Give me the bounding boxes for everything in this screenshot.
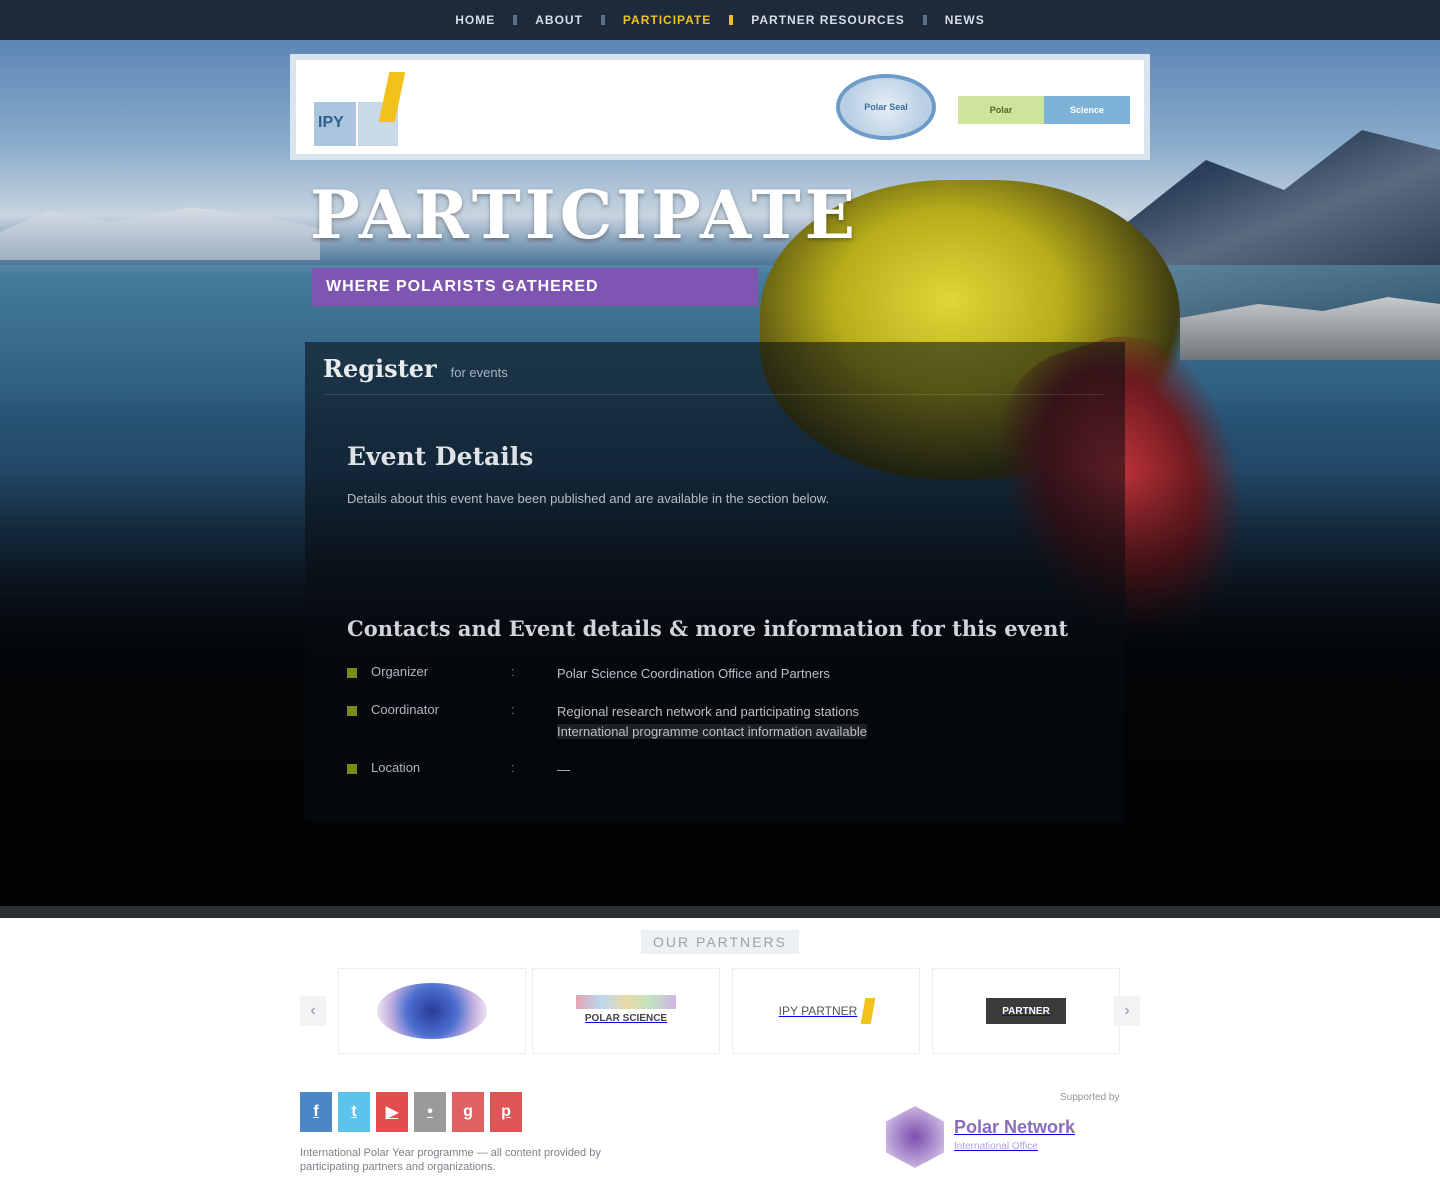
flickr-icon[interactable]: • [414,1092,446,1132]
contact-separator: : [511,664,515,679]
nav-item-about: About [517,13,605,27]
top-navigation: Home About Participate Partner Resources… [0,0,1440,40]
contact-value-text: Polar Science Coordination Office and Pa… [557,666,830,681]
logo-flag-icon [378,72,406,122]
contact-row: Organizer : Polar Science Coordination O… [347,664,1087,684]
facebook-icon[interactable]: f [300,1092,332,1132]
contact-separator: : [511,702,515,717]
register-subtitle: for events [450,365,508,380]
content-panel: Register for events Event Details Detail… [305,342,1125,822]
footer-text: International Polar Year programme — all… [300,1147,601,1173]
carousel-next-button[interactable]: › [1114,996,1140,1026]
pinterest-icon[interactable]: p [490,1092,522,1132]
partner-logo-1[interactable] [338,968,526,1054]
brand-subtitle: International Office [954,1141,1038,1152]
footer-supported-label: Supported by [1060,1092,1120,1103]
nav-item-news: News [927,13,1003,27]
partners-section: Our Partners ‹ POLAR SCIENCE IPY PARTNER… [0,918,1440,1070]
register-header: Register for events [323,354,508,383]
flag-icon [861,998,876,1024]
contact-row: Location : — [347,760,1087,780]
bullet-icon [347,706,357,716]
social-links: f t ▶ • g p [300,1092,522,1132]
section-text: Details about this event have been publi… [347,491,830,506]
partner-mark: IPY PARTNER [778,998,876,1024]
footer-brand-logo[interactable]: Polar Network International Office [886,1106,1075,1168]
carousel-prev-button[interactable]: ‹ [300,996,326,1026]
nav-item-home: Home [437,13,518,27]
bullet-icon [347,668,357,678]
divider-strip [0,906,1440,918]
google-plus-icon[interactable]: g [452,1092,484,1132]
hero-distant-mountains [0,207,320,260]
partner-mark: POLAR SCIENCE [556,995,696,1027]
logo-text: IPY [318,114,344,131]
partner-badge-logo[interactable]: Polar Science [958,96,1130,124]
footer: f t ▶ • g p International Polar Year pro… [0,1076,1440,1200]
partner-logo-4[interactable]: PARTNER [932,968,1120,1054]
brand-emblem-icon [886,1106,944,1168]
badge-right: Science [1044,96,1130,124]
nav-link-home[interactable]: Home [437,13,513,27]
site-logo[interactable]: IPY [314,72,414,150]
nav-link-about[interactable]: About [517,13,601,27]
nav-link-partner-resources[interactable]: Partner Resources [733,13,922,27]
badge-left: Polar [958,96,1044,124]
nav-item-participate: Participate [605,13,734,27]
header-logo-bar: IPY Polar Seal Polar Science [290,54,1150,160]
section-heading: Event Details [347,442,534,471]
brand-name: Polar Network [954,1117,1076,1137]
partner-logo-3[interactable]: IPY PARTNER [732,968,920,1054]
page-title: PARTICIPATE [310,176,859,254]
partner-logo-text: IPY PARTNER [778,1004,858,1018]
partner-colorbar-icon [576,995,676,1009]
partner-logo-2[interactable]: POLAR SCIENCE [532,968,720,1054]
divider [323,394,1103,395]
nav-link-news[interactable]: News [927,13,1003,27]
contact-row: Coordinator : Regional research network … [347,702,1087,742]
twitter-icon[interactable]: t [338,1092,370,1132]
contact-value: Regional research network and participat… [557,702,868,742]
page-subtitle-banner: Where Polarists Gathered [312,268,758,306]
contact-separator: : [511,760,515,775]
partners-title-text: Our Partners [641,930,799,954]
bullet-icon [347,764,357,774]
nav-item-partner-resources: Partner Resources [733,13,927,27]
partner-logo-text: PARTNER [986,998,1066,1024]
contact-list: Organizer : Polar Science Coordination O… [347,664,1087,798]
nav-link-participate[interactable]: Participate [605,13,729,27]
brand-text: Polar Network International Office [954,1117,1075,1157]
contact-value: — [557,760,570,780]
partner-logo-text: POLAR SCIENCE [584,1013,668,1024]
contact-value-text: Regional research network and participat… [557,704,860,719]
contact-value-text: — [557,762,570,777]
contact-heading: Contacts and Event details & more inform… [347,616,1069,641]
register-title: Register [323,354,437,383]
contact-label: Location [371,760,421,775]
contact-label: Coordinator [371,702,439,717]
partner-emblem-icon [377,983,487,1039]
contact-label: Organizer [371,664,429,679]
partners-title: Our Partners [0,930,1440,954]
partners-carousel: ‹ POLAR SCIENCE IPY PARTNER PARTNER › [300,968,1140,1054]
contact-value: Polar Science Coordination Office and Pa… [557,664,830,684]
contact-value-link[interactable]: International programme contact informat… [557,724,868,739]
youtube-icon[interactable]: ▶ [376,1092,408,1132]
partner-seal-logo: Polar Seal [836,74,936,140]
